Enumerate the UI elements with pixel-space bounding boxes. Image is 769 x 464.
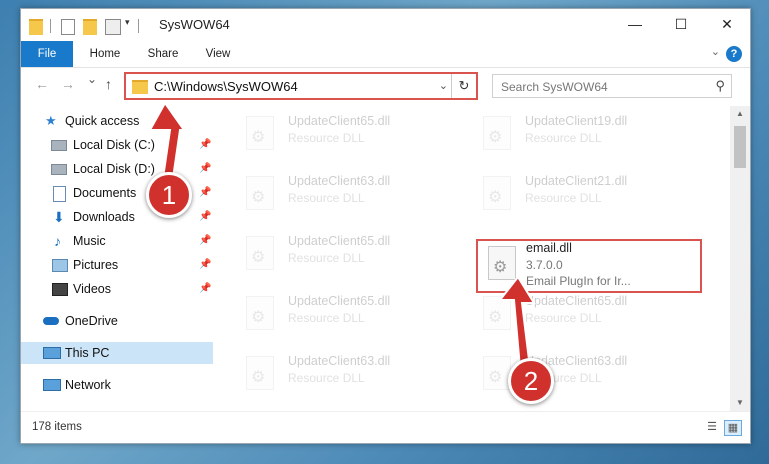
annotation-arrows [148,101,536,369]
arrow-2 [497,275,536,369]
step-badge-1: 1 [146,172,192,218]
step-badge-2: 2 [508,358,554,404]
